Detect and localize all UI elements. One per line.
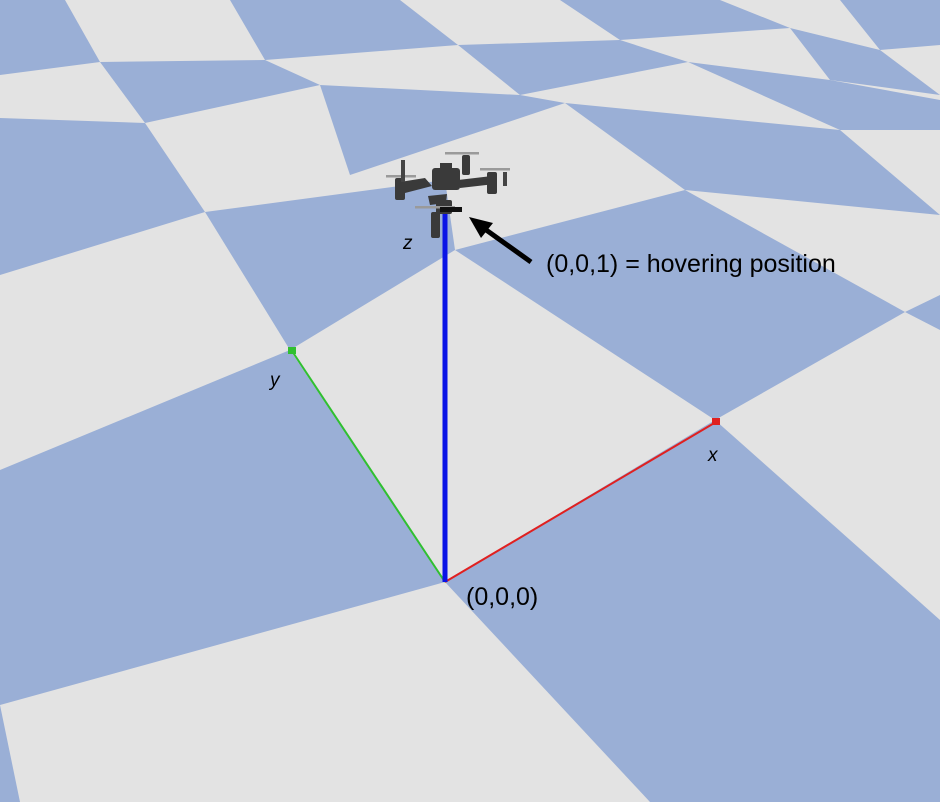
origin-label: (0,0,0) bbox=[466, 583, 538, 611]
simulation-viewport: z y x (0,0,0) (0,0,1) = hovering positio… bbox=[0, 0, 940, 802]
y-axis-end-marker bbox=[288, 347, 296, 354]
drone-landing-bar bbox=[440, 207, 462, 212]
x-axis-label: x bbox=[707, 445, 719, 466]
drone-arm bbox=[401, 160, 405, 182]
hover-position-label: (0,0,1) = hovering position bbox=[546, 250, 836, 278]
scene-canvas: z y x (0,0,0) (0,0,1) = hovering positio… bbox=[0, 0, 940, 802]
x-axis-end-marker bbox=[712, 418, 720, 425]
drone-arm bbox=[503, 172, 507, 186]
z-axis-label: z bbox=[402, 233, 413, 254]
y-axis-label: y bbox=[268, 370, 281, 391]
